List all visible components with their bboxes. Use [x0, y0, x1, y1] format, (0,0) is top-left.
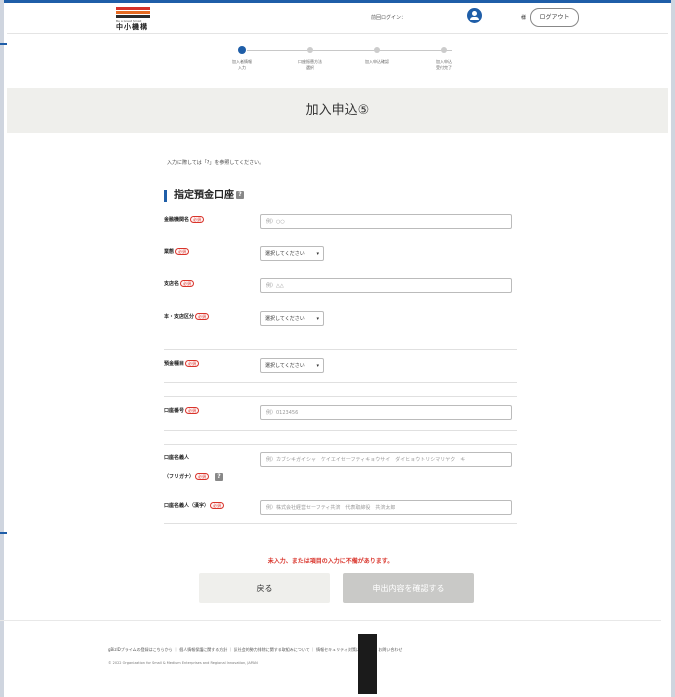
window-right-border	[671, 0, 675, 697]
branch-class-label: 本・支店区分	[164, 314, 195, 320]
branch-name-label: 支店名	[164, 281, 180, 287]
divider	[164, 523, 517, 524]
footer-divider	[0, 620, 661, 621]
account-holder-kanji-row: 口座名義人（漢字） 必須 例）株式会社経営セーフティ共済 代表取締役 共済太郎	[164, 500, 517, 515]
user-suffix: 様	[521, 15, 527, 21]
confirm-button[interactable]: 申出内容を確認する	[343, 573, 474, 603]
step-1: 加入者情報 入力	[217, 46, 267, 71]
account-holder-kana-row: 口座名義人 （フリガナ） 必須? 例）カブシキガイシャ ケイエイセーフティキョウサ…	[164, 452, 517, 486]
section-title: 指定預金口座?	[164, 190, 244, 202]
required-badge: 必須	[185, 360, 200, 367]
field-label: 金融機関名 必須	[164, 214, 205, 226]
account-number-input[interactable]: 例）0123456	[260, 405, 512, 420]
step-dot	[307, 47, 313, 53]
overlay-bar	[358, 634, 377, 694]
business-type-label: 業態	[164, 249, 175, 255]
field-label: 口座名義人（漢字） 必須	[164, 500, 225, 512]
step-label: 口座振替方法 選択	[298, 59, 322, 70]
field-label: 本・支店区分 必須	[164, 311, 210, 323]
title-band: 加入申込⑤	[7, 88, 668, 133]
select-value: 選択してください	[265, 363, 305, 369]
deposit-type-row: 預金種目 必須 選択してください ▾	[164, 358, 517, 373]
select-value: 選択してください	[265, 316, 305, 322]
required-badge: 必須	[195, 473, 210, 480]
bank-name-label: 金融機関名	[164, 217, 190, 223]
account-number-label: 口座番号	[164, 408, 185, 414]
required-badge: 必須	[185, 407, 200, 414]
branch-class-row: 本・支店区分 必須 選択してください ▾	[164, 311, 517, 326]
divider	[164, 430, 517, 431]
required-badge: 必須	[180, 280, 195, 287]
section-title-text: 指定預金口座	[174, 190, 234, 201]
required-badge: 必須	[175, 248, 190, 255]
account-holder-kanji-label: 口座名義人（漢字）	[164, 503, 210, 509]
branch-name-row: 支店名 必須 例）△△	[164, 278, 517, 293]
step-label: 加入申込確認	[365, 59, 389, 64]
select-value: 選択してください	[265, 251, 305, 257]
field-label: 口座番号 必須	[164, 405, 200, 417]
account-holder-kana-label: 口座名義人	[164, 455, 190, 461]
user-avatar-icon	[467, 8, 482, 23]
help-icon[interactable]: ?	[215, 472, 224, 481]
caret-down-icon: ▾	[316, 363, 319, 369]
page-title: 加入申込⑤	[305, 103, 370, 118]
deposit-type-label: 預金種目	[164, 361, 185, 367]
divider	[164, 382, 517, 383]
account-holder-kanji-input[interactable]: 例）株式会社経営セーフティ共済 代表取締役 共済太郎	[260, 500, 512, 515]
furigana-label: （フリガナ）	[164, 474, 195, 480]
field-label: 業態 必須	[164, 246, 190, 258]
business-type-row: 業態 必須 選択してください ▾	[164, 246, 517, 261]
logout-button[interactable]: ログアウト	[530, 8, 579, 27]
step-dot	[238, 46, 246, 54]
required-badge: 必須	[210, 502, 225, 509]
account-number-row: 口座番号 必須 例）0123456	[164, 405, 517, 420]
required-badge: 必須	[190, 216, 205, 223]
back-button[interactable]: 戻る	[199, 573, 330, 603]
window-left-border	[0, 0, 4, 697]
caret-down-icon: ▾	[316, 316, 319, 322]
instruction-note: 入力に際しては「?」を参照してください。	[167, 160, 265, 166]
branch-class-select[interactable]: 選択してください ▾	[260, 311, 324, 326]
copyright: © 2022 Organization for Small & Medium E…	[108, 661, 258, 665]
field-label: （フリガナ） 必須?	[164, 471, 224, 483]
progress-steps: 加入者情報 入力 口座振替方法 選択 加入申込確認 加入申込 受付完了	[7, 34, 668, 88]
branch-name-input[interactable]: 例）△△	[260, 278, 512, 293]
header: Be a Great Small 中小機構 前回ログイン： 様 ログアウト	[7, 3, 668, 34]
step-label: 加入申込 受付完了	[436, 59, 452, 70]
required-badge: 必須	[195, 313, 210, 320]
page: Be a Great Small 中小機構 前回ログイン： 様 ログアウト 加入…	[7, 3, 668, 697]
help-icon[interactable]: ?	[236, 191, 244, 199]
step-dot	[441, 47, 447, 53]
bank-name-input[interactable]: 例）○○	[260, 214, 512, 229]
step-3: 加入申込確認	[352, 46, 402, 65]
step-dot	[374, 47, 380, 53]
field-label: 支店名 必須	[164, 278, 195, 290]
step-label: 加入者情報 入力	[232, 59, 252, 70]
error-message: 未入力、または項目の入力に不備があります。	[267, 558, 394, 565]
divider	[164, 396, 517, 397]
account-holder-kana-input[interactable]: 例）カブシキガイシャ ケイエイセーフティキョウサイ ダイヒョウトリシマリヤク キ	[260, 452, 512, 467]
brand-logo[interactable]: Be a Great Small 中小機構	[116, 7, 150, 31]
last-login-text: 前回ログイン：	[371, 15, 407, 21]
logo-name: 中小機構	[116, 23, 148, 31]
divider	[164, 444, 517, 445]
business-type-select[interactable]: 選択してください ▾	[260, 246, 324, 261]
deposit-type-select[interactable]: 選択してください ▾	[260, 358, 324, 373]
step-4: 加入申込 受付完了	[419, 46, 469, 71]
divider	[164, 349, 517, 350]
bank-name-row: 金融機関名 必須 例）○○	[164, 214, 517, 229]
step-2: 口座振替方法 選択	[285, 46, 335, 71]
caret-down-icon: ▾	[316, 251, 319, 257]
field-label: 預金種目 必須	[164, 358, 200, 370]
